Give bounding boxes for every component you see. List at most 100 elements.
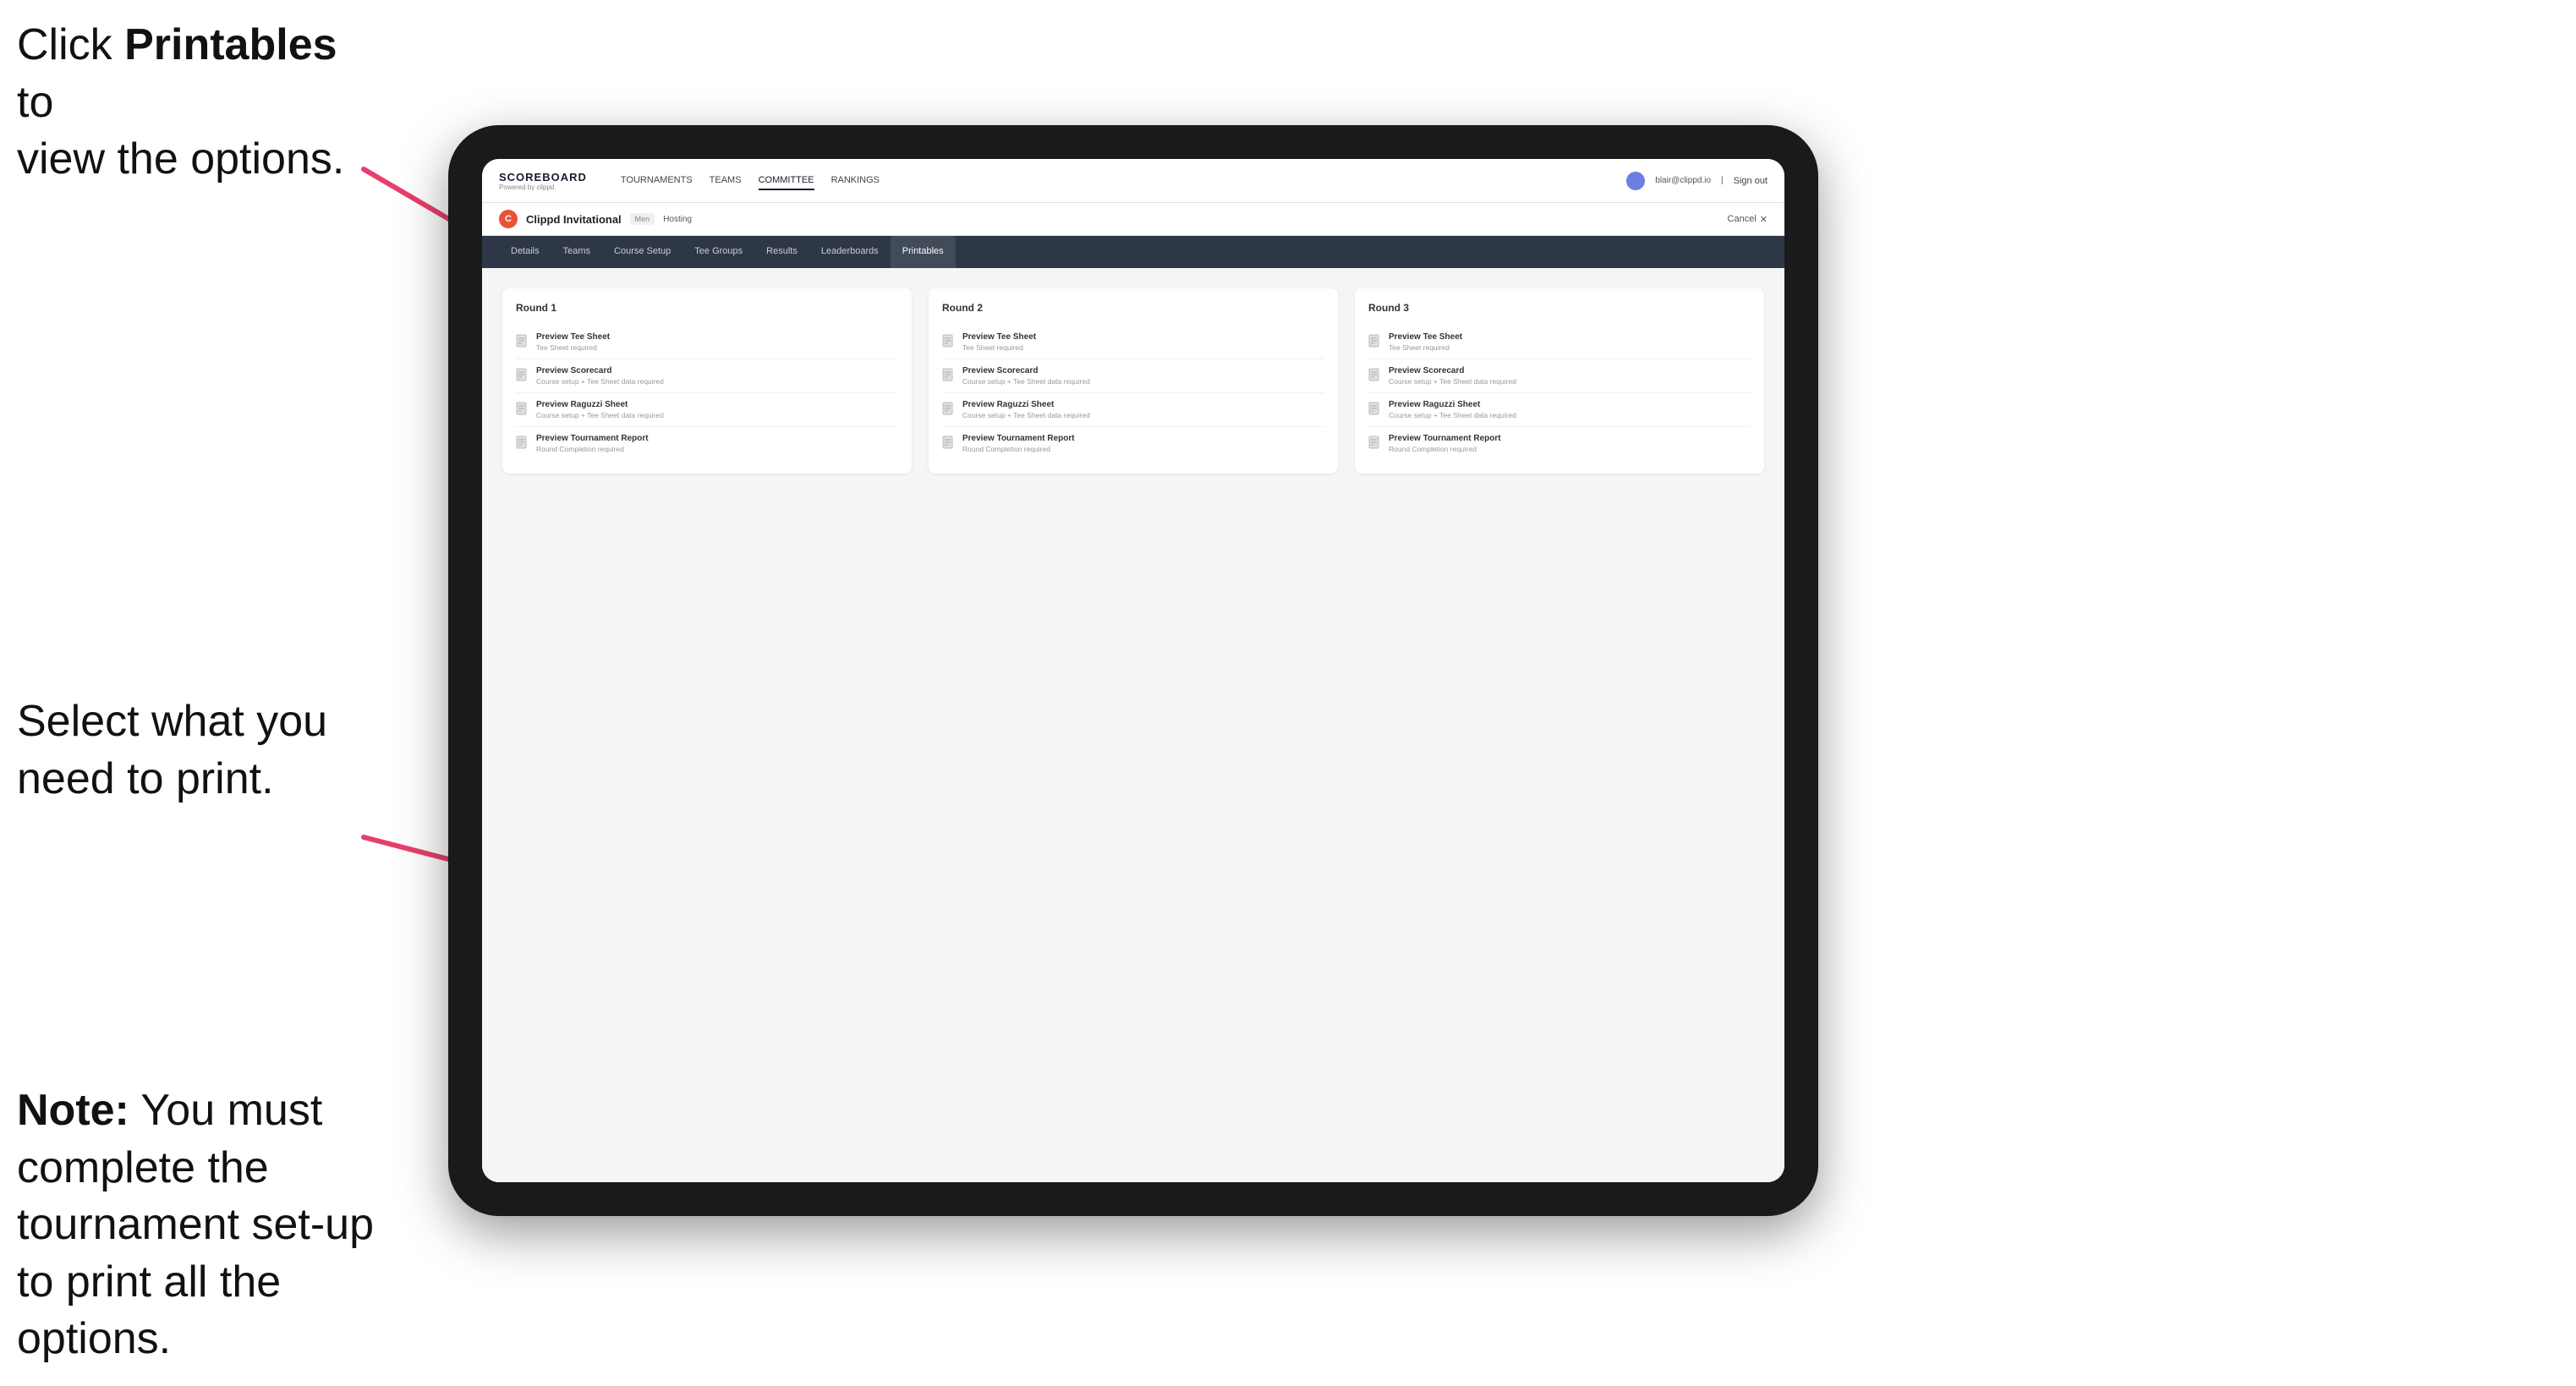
print-option-r3-3[interactable]: Preview Raguzzi Sheet Course setup + Tee … [1368, 393, 1751, 427]
brand: SCOREBOARD Powered by clippd [499, 171, 587, 191]
print-option-r2-3[interactable]: Preview Raguzzi Sheet Course setup + Tee … [942, 393, 1324, 427]
annotation-top: Click Printables toview the options. [17, 17, 372, 189]
user-email: blair@clippd.io [1655, 176, 1711, 185]
top-nav-right: blair@clippd.io | Sign out [1626, 172, 1768, 190]
print-option-text-r2-2: Preview Scorecard Course setup + Tee Shee… [962, 366, 1090, 386]
print-option-text-r1-3: Preview Raguzzi Sheet Course setup + Tee … [536, 400, 664, 419]
print-option-title-r2-3: Preview Raguzzi Sheet [962, 400, 1090, 409]
print-option-r3-2[interactable]: Preview Scorecard Course setup + Tee Shee… [1368, 359, 1751, 393]
tab-leaderboards[interactable]: Leaderboards [809, 236, 891, 268]
nav-committee[interactable]: COMMITTEE [759, 172, 814, 190]
brand-title: SCOREBOARD [499, 171, 587, 184]
print-option-text-r3-4: Preview Tournament Report Round Completio… [1389, 434, 1501, 453]
document-icon [1368, 368, 1382, 383]
print-option-sub-r2-2: Course setup + Tee Sheet data required [962, 377, 1090, 386]
print-option-sub-r3-4: Round Completion required [1389, 445, 1501, 453]
tournament-bar: C Clippd Invitational Men Hosting Cancel… [482, 203, 1784, 236]
nav-tournaments[interactable]: TOURNAMENTS [621, 172, 693, 190]
print-option-title-r3-1: Preview Tee Sheet [1389, 332, 1462, 342]
tab-results[interactable]: Results [754, 236, 809, 268]
annotation-bold-printables: Printables [124, 20, 337, 69]
round-1-section: Round 1 Preview Tee SheetTee Sheet requir… [502, 288, 912, 474]
print-option-sub-r1-1: Tee Sheet required [536, 343, 610, 352]
print-option-text-r2-4: Preview Tournament Report Round Completio… [962, 434, 1075, 453]
tournament-name: Clippd Invitational [526, 213, 622, 226]
round-2-title: Round 2 [942, 302, 1324, 314]
top-nav-links: TOURNAMENTS TEAMS COMMITTEE RANKINGS [621, 172, 880, 190]
tab-details[interactable]: Details [499, 236, 551, 268]
print-option-text-r2-3: Preview Raguzzi Sheet Course setup + Tee … [962, 400, 1090, 419]
print-option-sub-r2-4: Round Completion required [962, 445, 1075, 453]
cancel-button[interactable]: Cancel ✕ [1728, 214, 1768, 225]
document-icon [1368, 402, 1382, 417]
sub-nav: Details Teams Course Setup Tee Groups Re… [482, 236, 1784, 268]
nav-separator: | [1721, 176, 1724, 185]
print-option-title-r1-3: Preview Raguzzi Sheet [536, 400, 664, 409]
rounds-container: Round 1Preview Tee SheetTee Sheet requir… [502, 288, 1764, 474]
print-option-title-r1-1: Preview Tee Sheet [536, 332, 610, 342]
print-option-text-r1-2: Preview Scorecard Course setup + Tee Shee… [536, 366, 664, 386]
print-option-title-r3-3: Preview Raguzzi Sheet [1389, 400, 1516, 409]
tournament-status: Hosting [663, 215, 692, 224]
nav-teams[interactable]: TEAMS [710, 172, 742, 190]
print-option-text-r2-1: Preview Tee SheetTee Sheet required [962, 332, 1036, 352]
tablet-device: SCOREBOARD Powered by clippd TOURNAMENTS… [448, 125, 1818, 1216]
print-option-text-r3-1: Preview Tee SheetTee Sheet required [1389, 332, 1462, 352]
tab-tee-groups[interactable]: Tee Groups [682, 236, 754, 268]
print-option-title-r3-2: Preview Scorecard [1389, 366, 1516, 375]
round-2-section: Round 2 Preview Tee SheetTee Sheet requir… [929, 288, 1338, 474]
top-nav: SCOREBOARD Powered by clippd TOURNAMENTS… [482, 159, 1784, 203]
print-option-sub-r1-2: Course setup + Tee Sheet data required [536, 377, 664, 386]
tab-teams[interactable]: Teams [551, 236, 602, 268]
tournament-badge: Men [630, 213, 655, 225]
tab-printables[interactable]: Printables [891, 236, 956, 268]
cancel-x-icon: ✕ [1760, 214, 1768, 225]
nav-rankings[interactable]: RANKINGS [831, 172, 880, 190]
print-option-title-r1-4: Preview Tournament Report [536, 434, 649, 443]
print-option-title-r2-2: Preview Scorecard [962, 366, 1090, 375]
print-option-sub-r3-1: Tee Sheet required [1389, 343, 1462, 352]
document-icon [942, 368, 956, 383]
print-option-r2-1[interactable]: Preview Tee SheetTee Sheet required [942, 326, 1324, 359]
print-option-sub-r3-3: Course setup + Tee Sheet data required [1389, 411, 1516, 419]
print-option-title-r2-4: Preview Tournament Report [962, 434, 1075, 443]
print-option-title-r1-2: Preview Scorecard [536, 366, 664, 375]
print-option-title-r2-1: Preview Tee Sheet [962, 332, 1036, 342]
document-icon [942, 334, 956, 349]
sign-out-link[interactable]: Sign out [1734, 173, 1768, 189]
print-option-r3-1[interactable]: Preview Tee SheetTee Sheet required [1368, 326, 1751, 359]
tournament-logo: C [499, 210, 518, 228]
print-option-sub-r1-3: Course setup + Tee Sheet data required [536, 411, 664, 419]
print-option-text-r1-4: Preview Tournament Report Round Completio… [536, 434, 649, 453]
print-option-r2-4[interactable]: Preview Tournament Report Round Completio… [942, 427, 1324, 460]
print-option-r1-1[interactable]: Preview Tee SheetTee Sheet required [516, 326, 898, 359]
round-3-title: Round 3 [1368, 302, 1751, 314]
print-option-text-r3-3: Preview Raguzzi Sheet Course setup + Tee … [1389, 400, 1516, 419]
print-option-r1-3[interactable]: Preview Raguzzi Sheet Course setup + Tee … [516, 393, 898, 427]
print-option-title-r3-4: Preview Tournament Report [1389, 434, 1501, 443]
document-icon [516, 368, 529, 383]
document-icon [1368, 334, 1382, 349]
print-option-r3-4[interactable]: Preview Tournament Report Round Completio… [1368, 427, 1751, 460]
annotation-middle: Select what youneed to print. [17, 693, 327, 808]
print-option-r2-2[interactable]: Preview Scorecard Course setup + Tee Shee… [942, 359, 1324, 393]
document-icon [516, 436, 529, 451]
tab-course-setup[interactable]: Course Setup [602, 236, 682, 268]
print-option-sub-r1-4: Round Completion required [536, 445, 649, 453]
document-icon [516, 334, 529, 349]
user-avatar [1626, 172, 1645, 190]
print-option-text-r1-1: Preview Tee SheetTee Sheet required [536, 332, 610, 352]
print-option-r1-4[interactable]: Preview Tournament Report Round Completio… [516, 427, 898, 460]
print-option-sub-r2-1: Tee Sheet required [962, 343, 1036, 352]
round-1-title: Round 1 [516, 302, 898, 314]
document-icon [1368, 436, 1382, 451]
document-icon [942, 402, 956, 417]
round-3-section: Round 3 Preview Tee SheetTee Sheet requir… [1355, 288, 1764, 474]
tournament-title-row: C Clippd Invitational Men Hosting [499, 210, 692, 228]
print-option-sub-r3-2: Course setup + Tee Sheet data required [1389, 377, 1516, 386]
print-option-text-r3-2: Preview Scorecard Course setup + Tee Shee… [1389, 366, 1516, 386]
print-option-sub-r2-3: Course setup + Tee Sheet data required [962, 411, 1090, 419]
print-option-r1-2[interactable]: Preview Scorecard Course setup + Tee Shee… [516, 359, 898, 393]
top-nav-left: SCOREBOARD Powered by clippd TOURNAMENTS… [499, 171, 880, 191]
main-content: Round 1Preview Tee SheetTee Sheet requir… [482, 268, 1784, 1182]
